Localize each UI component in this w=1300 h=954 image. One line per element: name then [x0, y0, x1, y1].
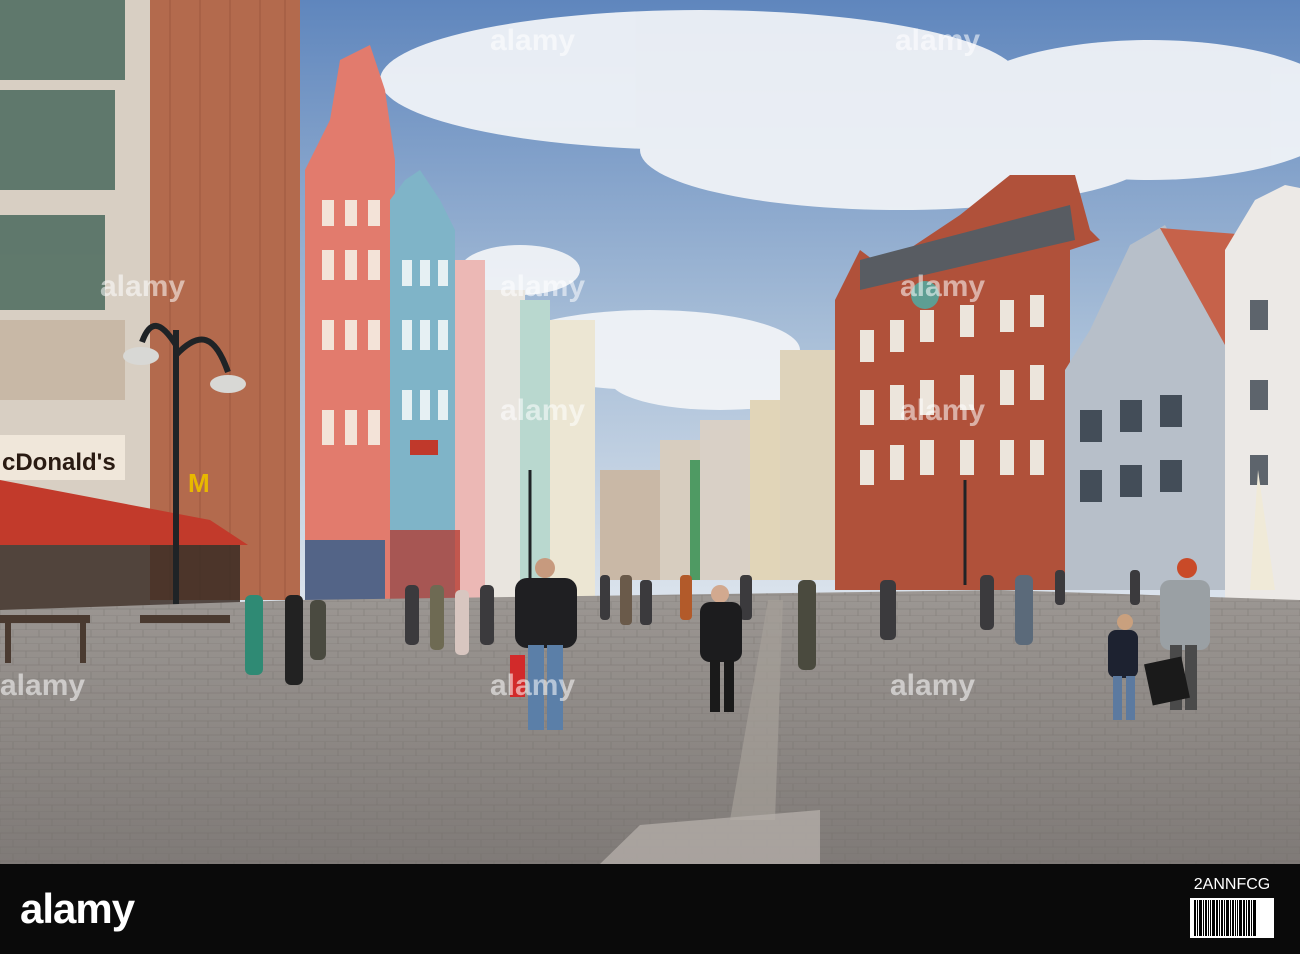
building-cream	[550, 320, 595, 600]
svg-text:alamy: alamy	[900, 394, 985, 427]
svg-text:alamy: alamy	[895, 24, 980, 57]
building-mint	[520, 300, 550, 600]
lamp-globe-icon	[123, 347, 159, 365]
svg-text:alamy: alamy	[890, 669, 975, 702]
lamp-globe-icon	[210, 375, 246, 393]
alamy-logo: alamy	[20, 885, 135, 932]
image-id-block: 2ANNFCG	[1190, 876, 1274, 942]
svg-text:alamy: alamy	[490, 669, 575, 702]
street-photo: cDonald's M alamy alamy alamy alamy alam…	[0, 0, 1300, 864]
svg-text:alamy: alamy	[500, 394, 585, 427]
barcode-icon	[1190, 898, 1274, 938]
svg-text:alamy: alamy	[490, 24, 575, 57]
svg-text:alamy: alamy	[0, 669, 85, 702]
svg-text:alamy: alamy	[500, 270, 585, 303]
footer-bar: alamy 2ANNFCG	[0, 864, 1300, 954]
building-beige-right	[780, 350, 835, 580]
stock-photo: cDonald's M alamy alamy alamy alamy alam…	[0, 0, 1300, 954]
svg-text:alamy: alamy	[100, 270, 185, 303]
golden-arches-icon: M	[188, 468, 210, 498]
building-white	[485, 290, 525, 600]
shop-sign-red	[410, 440, 438, 455]
mcdonalds-sign: cDonald's	[2, 449, 116, 476]
svg-text:alamy: alamy	[900, 270, 985, 303]
image-id: 2ANNFCG	[1193, 876, 1271, 893]
